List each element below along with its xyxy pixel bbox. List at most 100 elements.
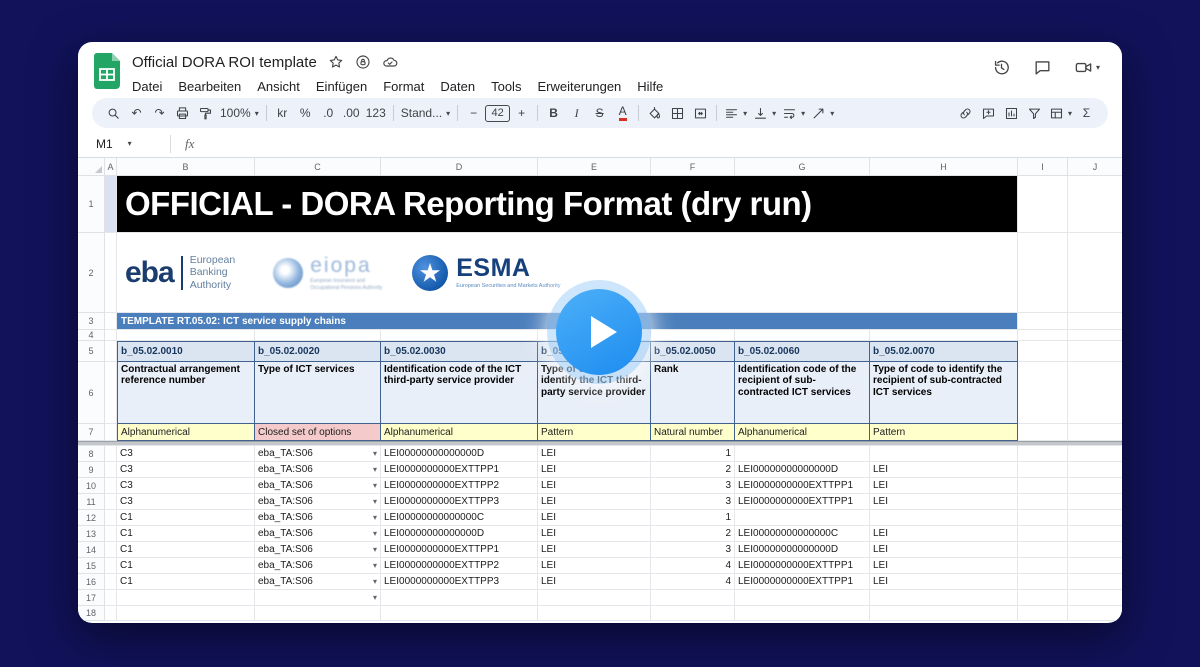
cell[interactable] xyxy=(1018,176,1068,233)
cell[interactable]: C3 xyxy=(117,478,255,494)
row-header[interactable]: 16 xyxy=(78,574,105,590)
search-icon[interactable] xyxy=(102,101,125,125)
cell[interactable] xyxy=(1018,446,1068,462)
cell-dropdown[interactable]: eba_TA:S06 xyxy=(255,574,381,590)
cell[interactable]: LEI xyxy=(870,558,1018,574)
borders-icon[interactable] xyxy=(666,101,689,125)
col-header[interactable]: C xyxy=(255,158,381,176)
row-header[interactable]: 2 xyxy=(78,233,105,313)
cell[interactable]: LEI xyxy=(870,526,1018,542)
cell[interactable] xyxy=(1068,542,1122,558)
cell[interactable]: LEI xyxy=(870,542,1018,558)
cell-dropdown[interactable]: eba_TA:S06 xyxy=(255,462,381,478)
cell[interactable] xyxy=(105,233,117,313)
row-header[interactable]: 3 xyxy=(78,313,105,330)
version-history-icon[interactable] xyxy=(992,58,1011,77)
increase-font-size-button[interactable]: + xyxy=(510,101,533,125)
font-select[interactable]: Stand... xyxy=(398,101,453,125)
row-header[interactable]: 1 xyxy=(78,176,105,233)
cell[interactable] xyxy=(1018,233,1068,313)
cell[interactable] xyxy=(105,478,117,494)
row-header[interactable]: 17 xyxy=(78,590,105,606)
cell[interactable] xyxy=(1018,362,1068,424)
row-header[interactable]: 14 xyxy=(78,542,105,558)
meet-camera-icon[interactable] xyxy=(1074,58,1100,77)
cell[interactable] xyxy=(105,606,117,621)
cell[interactable] xyxy=(381,330,538,341)
cell[interactable] xyxy=(735,446,870,462)
cell[interactable] xyxy=(870,510,1018,526)
sheets-logo-icon[interactable] xyxy=(94,53,120,89)
cell[interactable] xyxy=(1018,341,1068,362)
col-header[interactable]: B xyxy=(117,158,255,176)
header-code-cell[interactable]: b_05.02.0070 xyxy=(870,341,1018,362)
cell[interactable]: LEI00000000000000D xyxy=(381,526,538,542)
cell[interactable] xyxy=(651,606,735,621)
cell[interactable] xyxy=(1068,590,1122,606)
cell[interactable]: LEI xyxy=(538,478,651,494)
cell[interactable] xyxy=(1068,462,1122,478)
cell[interactable]: LEI0000000000EXTTPP1 xyxy=(735,478,870,494)
insert-comment-icon[interactable] xyxy=(977,101,1000,125)
star-icon[interactable] xyxy=(328,54,344,70)
merge-cells-icon[interactable] xyxy=(689,101,712,125)
cell[interactable] xyxy=(651,590,735,606)
cell[interactable]: LEI0000000000EXTTPP1 xyxy=(381,462,538,478)
menu-erweiterungen[interactable]: Erweiterungen xyxy=(529,77,629,96)
cell[interactable]: LEI xyxy=(538,558,651,574)
cell[interactable]: LEI xyxy=(538,510,651,526)
cell[interactable] xyxy=(870,446,1018,462)
text-rotation-icon[interactable] xyxy=(808,101,837,125)
cell[interactable]: LEI xyxy=(538,494,651,510)
cell[interactable]: 1 xyxy=(651,510,735,526)
cell[interactable]: C1 xyxy=(117,574,255,590)
row-header[interactable]: 9 xyxy=(78,462,105,478)
cell[interactable] xyxy=(735,606,870,621)
cell[interactable] xyxy=(255,330,381,341)
cell[interactable]: LEI0000000000EXTTPP1 xyxy=(735,574,870,590)
cell[interactable] xyxy=(105,526,117,542)
cell[interactable] xyxy=(1068,313,1122,330)
cell[interactable] xyxy=(1018,558,1068,574)
header-code-cell[interactable]: b_05.02.0020 xyxy=(255,341,381,362)
menu-bearbeiten[interactable]: Bearbeiten xyxy=(170,77,249,96)
cell[interactable]: C1 xyxy=(117,558,255,574)
menu-format[interactable]: Format xyxy=(375,77,432,96)
col-header[interactable]: E xyxy=(538,158,651,176)
cell[interactable]: 4 xyxy=(651,574,735,590)
cell[interactable] xyxy=(870,330,1018,341)
cell[interactable]: C1 xyxy=(117,542,255,558)
cell[interactable] xyxy=(1018,606,1068,621)
row-header[interactable]: 10 xyxy=(78,478,105,494)
menu-datei[interactable]: Datei xyxy=(124,77,170,96)
cell[interactable] xyxy=(1018,494,1068,510)
cell[interactable] xyxy=(105,446,117,462)
cell[interactable] xyxy=(1018,542,1068,558)
document-title[interactable]: Official DORA ROI template xyxy=(132,54,317,71)
cell[interactable] xyxy=(105,542,117,558)
cell[interactable]: 3 xyxy=(651,494,735,510)
cell[interactable] xyxy=(1018,510,1068,526)
row-header[interactable]: 11 xyxy=(78,494,105,510)
header-title-cell[interactable]: Type of ICT services xyxy=(255,362,381,424)
row-header[interactable]: 7 xyxy=(78,424,105,441)
more-formats-icon[interactable]: 123 xyxy=(363,101,389,125)
banner-cell[interactable]: OFFICIAL - DORA Reporting Format (dry ru… xyxy=(117,176,1018,233)
cell[interactable] xyxy=(105,494,117,510)
name-box[interactable]: M1 xyxy=(78,137,170,151)
cell[interactable] xyxy=(1068,526,1122,542)
cell[interactable] xyxy=(1068,574,1122,590)
cell[interactable] xyxy=(105,362,117,424)
cell[interactable] xyxy=(105,462,117,478)
field-type-cell[interactable]: Alphanumerical xyxy=(117,424,255,441)
cell[interactable]: LEI xyxy=(870,574,1018,590)
cell[interactable]: C1 xyxy=(117,510,255,526)
table-views-icon[interactable] xyxy=(1046,101,1075,125)
cell[interactable] xyxy=(1068,362,1122,424)
cell[interactable] xyxy=(255,606,381,621)
field-type-cell[interactable]: Pattern xyxy=(870,424,1018,441)
paint-format-icon[interactable] xyxy=(194,101,217,125)
cell[interactable] xyxy=(870,590,1018,606)
italic-button[interactable]: I xyxy=(565,101,588,125)
cell-dropdown[interactable]: eba_TA:S06 xyxy=(255,526,381,542)
